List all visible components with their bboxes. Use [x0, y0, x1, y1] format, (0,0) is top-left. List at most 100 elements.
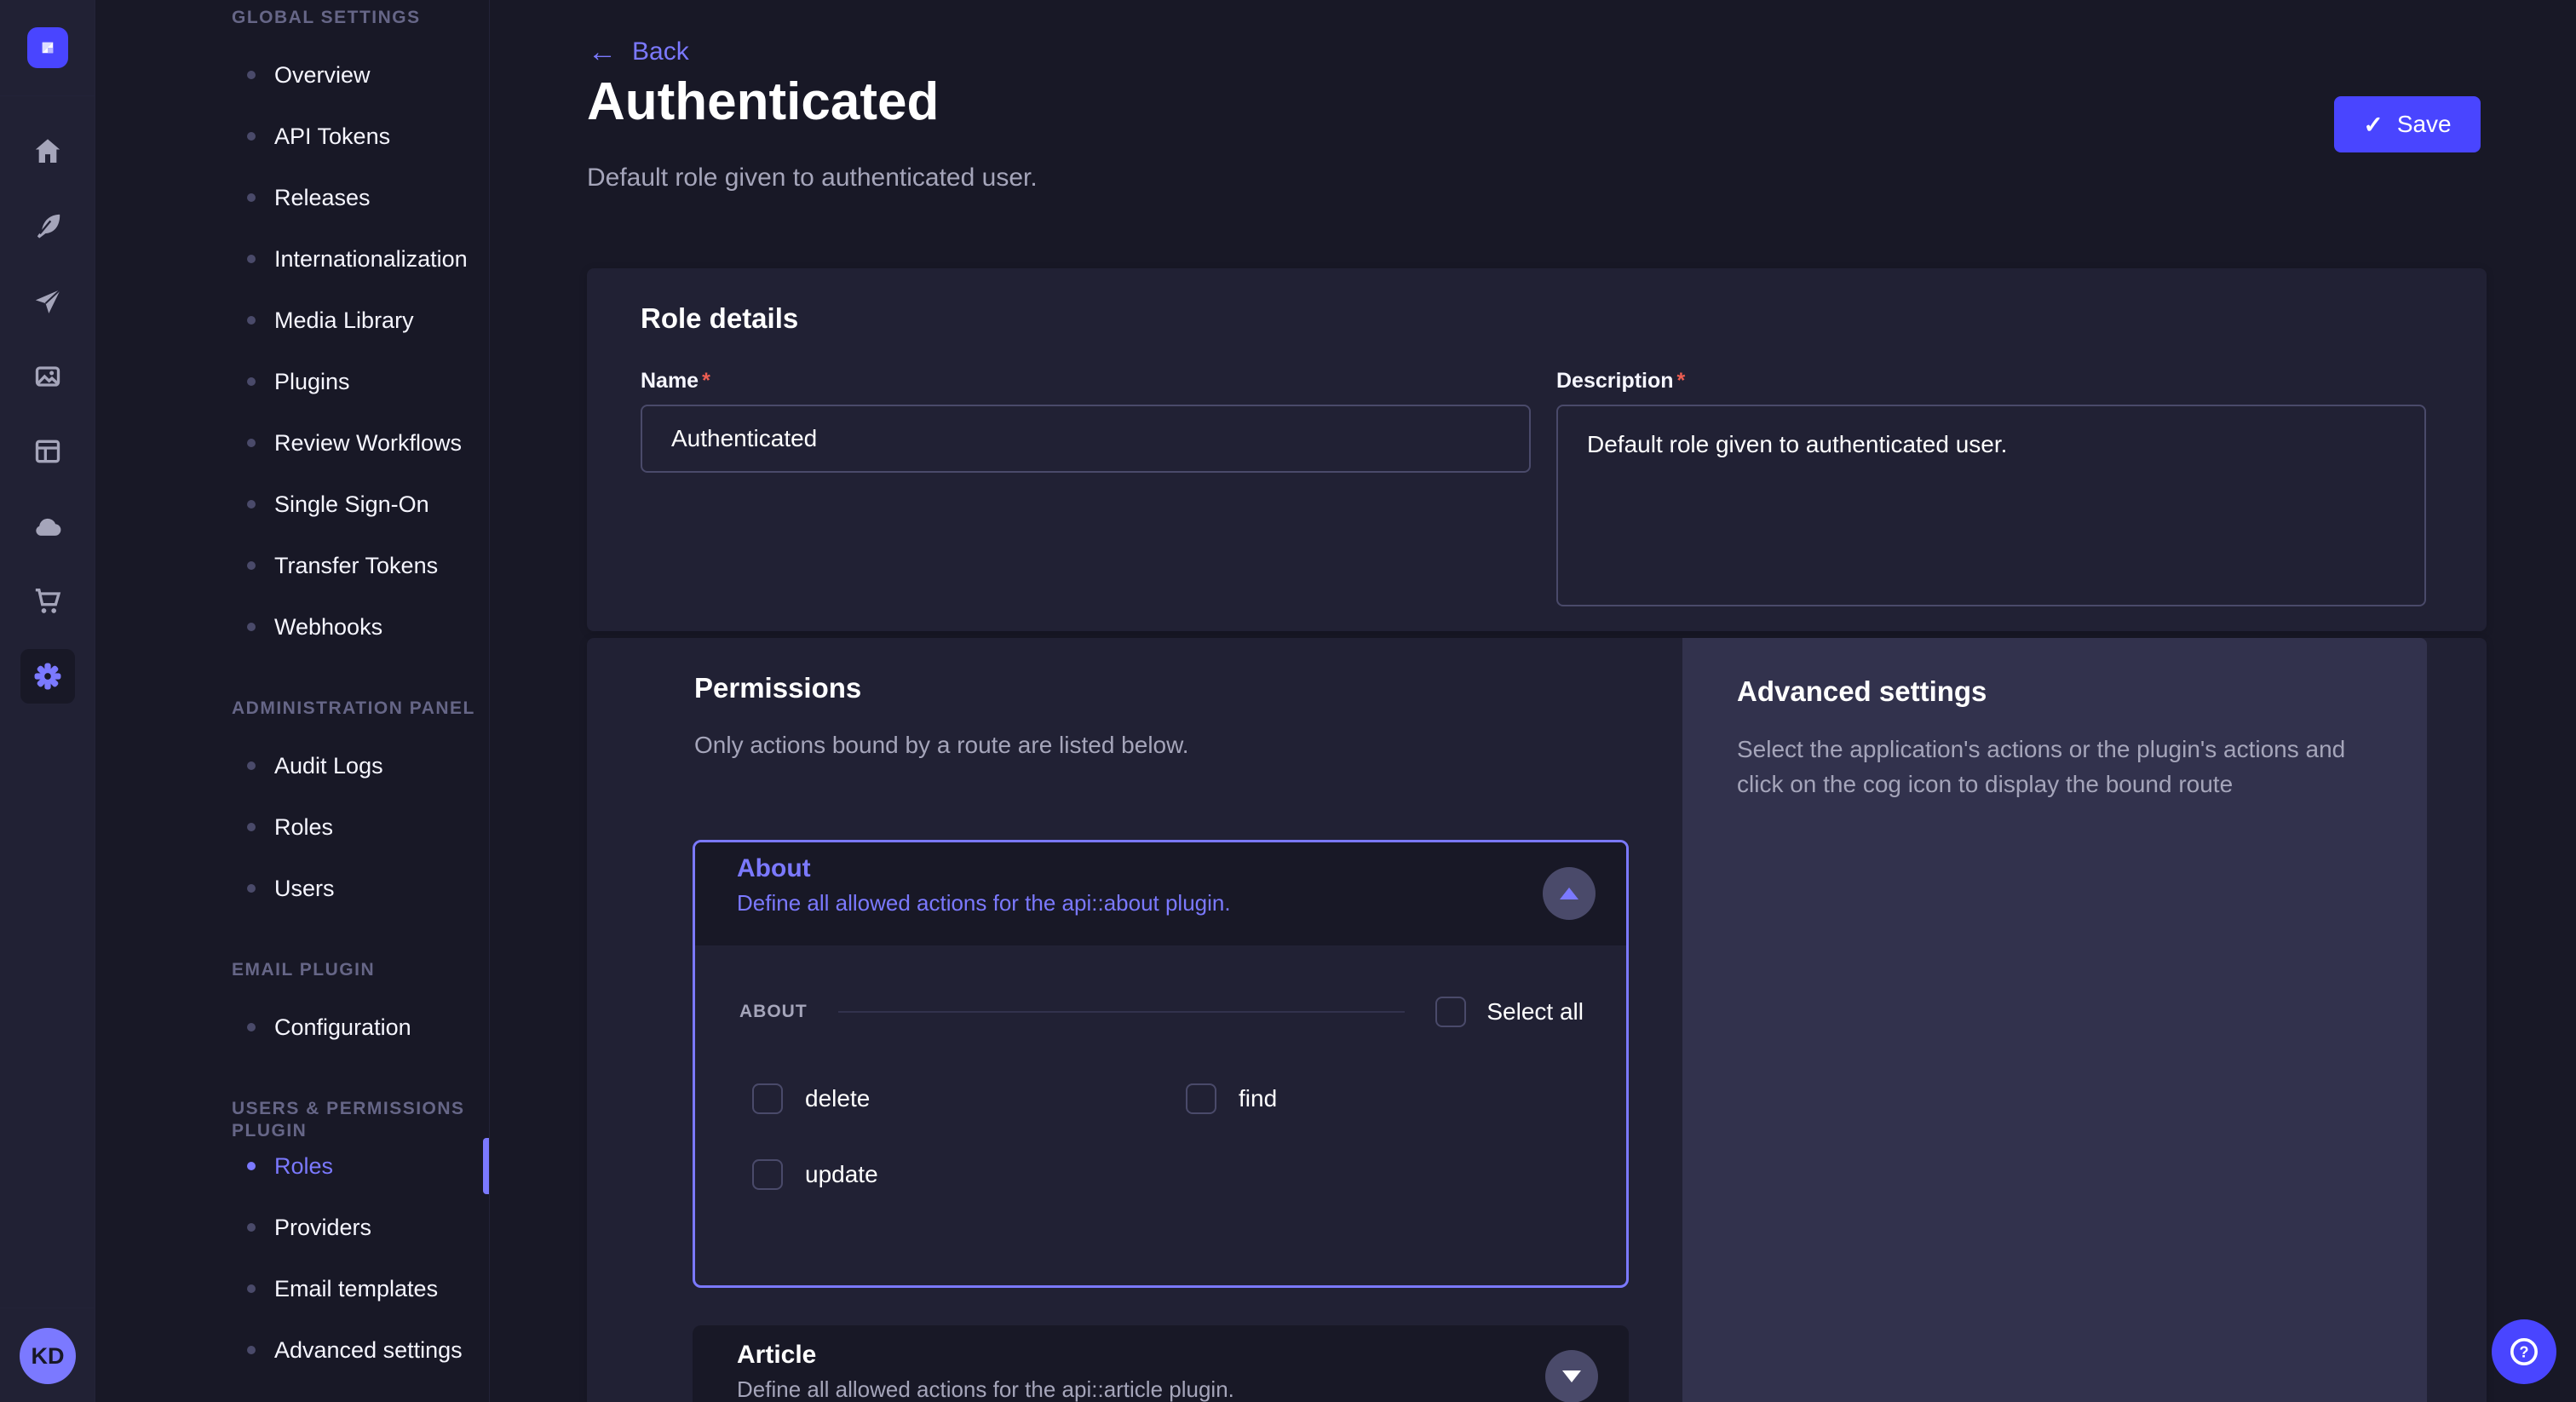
subnav-item-media-library[interactable]: Media Library — [95, 290, 489, 351]
expand-toggle-button[interactable] — [1545, 1350, 1598, 1402]
permission-group-row: ABOUT Select all — [695, 997, 1626, 1027]
permissions-title: Permissions — [694, 672, 861, 704]
settings-subnav: GLOBAL SETTINGS Overview API Tokens Release… — [95, 0, 490, 1402]
subnav-item-label: Advanced settings — [274, 1337, 463, 1364]
update-checkbox[interactable] — [752, 1159, 783, 1190]
svg-text:?: ? — [2519, 1343, 2528, 1361]
nav-section: GLOBAL SETTINGS Overview API Tokens Release… — [95, 7, 489, 658]
subnav-item-label: Webhooks — [274, 614, 382, 641]
accordion-about-header[interactable]: About Define all allowed actions for the… — [695, 842, 1626, 945]
back-link[interactable]: ← Back — [588, 37, 689, 66]
description-label: Description* — [1556, 369, 1685, 394]
subnav-item-single-sign-on[interactable]: Single Sign-On — [95, 474, 489, 535]
subnav-item-api-tokens[interactable]: API Tokens — [95, 106, 489, 167]
iconbar-icons — [0, 114, 95, 714]
find-checkbox[interactable] — [1186, 1083, 1216, 1114]
page-title: Authenticated — [587, 72, 939, 132]
permissions-section: Permissions Only actions bound by a rout… — [587, 638, 2487, 1402]
subnav-item-internationalization[interactable]: Internationalization — [95, 228, 489, 290]
accordion-article-title: Article — [737, 1341, 816, 1370]
cart-icon[interactable] — [0, 564, 95, 639]
subnav-item-roles[interactable]: Roles — [95, 796, 489, 858]
bullet-icon — [247, 255, 256, 263]
description-textarea[interactable]: Default role given to authenticated user… — [1556, 405, 2426, 606]
back-label: Back — [632, 37, 689, 66]
select-all-checkbox[interactable] — [1435, 997, 1466, 1027]
bullet-icon — [247, 823, 256, 831]
subnav-item-webhooks[interactable]: Webhooks — [95, 596, 489, 658]
select-all-label: Select all — [1486, 998, 1584, 1026]
save-button-label: Save — [2397, 111, 2452, 138]
action-label: find — [1239, 1085, 1277, 1112]
subnav-item-releases[interactable]: Releases — [95, 167, 489, 228]
bullet-icon — [247, 132, 256, 141]
subnav-item-transfer-tokens[interactable]: Transfer Tokens — [95, 535, 489, 596]
subnav-item-label: Configuration — [274, 1014, 411, 1041]
media-library-icon[interactable] — [0, 339, 95, 414]
action-label: delete — [805, 1085, 870, 1112]
subnav-item-label: Media Library — [274, 307, 414, 334]
accordion-about: About Define all allowed actions for the… — [693, 840, 1629, 1288]
required-asterisk: * — [1677, 369, 1686, 393]
bullet-icon — [247, 439, 256, 447]
subnav-item-audit-logs[interactable]: Audit Logs — [95, 735, 489, 796]
subnav-item-plugins[interactable]: Plugins — [95, 351, 489, 412]
permission-action-update: update — [752, 1159, 1186, 1190]
advanced-settings-panel: Advanced settings Select the application… — [1682, 638, 2427, 1402]
subnav-item-label: Releases — [274, 185, 371, 211]
delete-checkbox[interactable] — [752, 1083, 783, 1114]
settings-nav-item[interactable] — [0, 639, 95, 714]
settings-active-highlight — [20, 649, 75, 704]
nav-section-label: GLOBAL SETTINGS — [95, 7, 489, 29]
name-input[interactable] — [641, 405, 1531, 473]
permissions-subtitle: Only actions bound by a route are listed… — [694, 732, 1189, 759]
subnav-item-label: Roles — [274, 1153, 333, 1180]
main-content: ← Back Authenticated Default role given … — [490, 0, 2576, 1402]
cloud-icon[interactable] — [0, 489, 95, 564]
nav-section: EMAIL PLUGINConfiguration — [95, 959, 489, 1058]
subnav-item-review-workflows[interactable]: Review Workflows — [95, 412, 489, 474]
required-asterisk: * — [702, 369, 710, 393]
subnav-item-roles[interactable]: Roles — [95, 1135, 489, 1197]
subnav-item-providers[interactable]: Providers — [95, 1197, 489, 1258]
user-avatar[interactable]: KD — [20, 1328, 76, 1384]
subnav-item-label: Roles — [274, 814, 333, 841]
bullet-icon — [247, 623, 256, 631]
layout-icon[interactable] — [0, 414, 95, 489]
subnav-item-label: API Tokens — [274, 124, 390, 150]
permission-action-delete: delete — [752, 1083, 1186, 1114]
subnav-item-label: Providers — [274, 1215, 371, 1241]
accordion-article[interactable]: Article Define all allowed actions for t… — [693, 1325, 1629, 1402]
gear-icon — [31, 659, 65, 693]
permission-action-find: find — [1186, 1083, 1612, 1114]
subnav-item-advanced-settings[interactable]: Advanced settings — [95, 1319, 489, 1381]
subnav-item-users[interactable]: Users — [95, 858, 489, 919]
subnav-item-label: Users — [274, 876, 335, 902]
triangle-up-icon — [1560, 888, 1578, 899]
subnav-item-configuration[interactable]: Configuration — [95, 997, 489, 1058]
home-icon[interactable] — [0, 114, 95, 189]
paper-plane-icon[interactable] — [0, 264, 95, 339]
feather-icon[interactable] — [0, 189, 95, 264]
subnav-item-label: Overview — [274, 62, 371, 89]
accordion-article-subtitle: Define all allowed actions for the api::… — [737, 1376, 1234, 1402]
subnav-item-label: Email templates — [274, 1276, 438, 1302]
help-button[interactable]: ? — [2492, 1319, 2556, 1384]
role-details-title: Role details — [641, 302, 798, 335]
role-details-card: Role details Name* Description* Default … — [587, 268, 2487, 631]
iconbar-divider — [0, 95, 95, 96]
collapse-toggle-button[interactable] — [1543, 867, 1596, 920]
arrow-left-icon: ← — [588, 39, 617, 65]
question-circle-icon: ? — [2507, 1335, 2541, 1369]
accordion-about-subtitle: Define all allowed actions for the api::… — [737, 890, 1231, 916]
subnav-item-overview[interactable]: Overview — [95, 44, 489, 106]
iconbar-bottom-divider — [0, 1307, 95, 1308]
nav-section-label: ADMINISTRATION PANEL — [95, 698, 489, 720]
strapi-logo[interactable] — [27, 27, 68, 68]
check-icon: ✓ — [2363, 111, 2383, 139]
save-button[interactable]: ✓ Save — [2334, 96, 2481, 152]
bullet-icon — [247, 761, 256, 770]
bullet-icon — [247, 1023, 256, 1031]
subnav-item-label: Internationalization — [274, 246, 468, 273]
subnav-item-email-templates[interactable]: Email templates — [95, 1258, 489, 1319]
